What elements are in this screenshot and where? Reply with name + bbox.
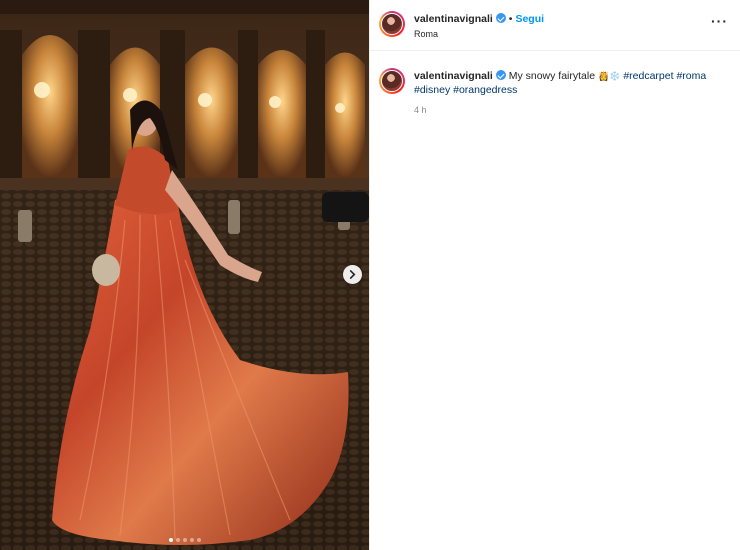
separator: • <box>508 13 513 25</box>
more-horizontal-icon[interactable]: ··· <box>711 13 728 29</box>
username-line: valentinavignali • Segui <box>414 13 544 25</box>
hashtag-link[interactable]: #orangedress <box>453 84 517 96</box>
carousel-next-button[interactable] <box>343 265 362 284</box>
caption-username-link[interactable]: valentinavignali <box>414 70 493 82</box>
carousel-dot <box>189 538 194 542</box>
carousel-dot <box>182 538 187 542</box>
avatar[interactable] <box>379 11 405 37</box>
location-link[interactable]: Roma <box>414 29 438 39</box>
post-time: 4 h <box>414 105 427 115</box>
post: valentinavignali • Segui Roma ··· valentin… <box>0 0 740 550</box>
caption-body: My snowy fairytale <box>508 70 596 82</box>
hashtag-link[interactable]: #disney <box>414 84 450 96</box>
verified-badge-icon <box>495 70 506 80</box>
hashtag-link[interactable]: #redcarpet <box>623 70 673 82</box>
carousel-dot <box>168 538 173 542</box>
post-caption: valentinavignali My snowy fairytale 👸❄️ … <box>370 51 740 115</box>
post-header: valentinavignali • Segui Roma ··· <box>370 0 740 51</box>
hashtag-link[interactable]: #roma <box>676 70 706 82</box>
follow-button[interactable]: Segui <box>515 13 544 25</box>
carousel-indicator <box>0 538 369 542</box>
caption-text: valentinavignali My snowy fairytale 👸❄️ … <box>414 69 714 97</box>
avatar[interactable] <box>379 68 405 94</box>
chevron-right-icon <box>349 270 356 279</box>
username-link[interactable]: valentinavignali <box>414 13 493 25</box>
carousel-dot <box>196 538 201 542</box>
post-photo <box>0 0 369 550</box>
post-media[interactable] <box>0 0 369 550</box>
caption-emojis: 👸❄️ <box>597 71 621 81</box>
verified-badge-icon <box>495 13 506 23</box>
post-details-panel: valentinavignali • Segui Roma ··· valentin… <box>369 0 740 550</box>
carousel-dot <box>175 538 180 542</box>
